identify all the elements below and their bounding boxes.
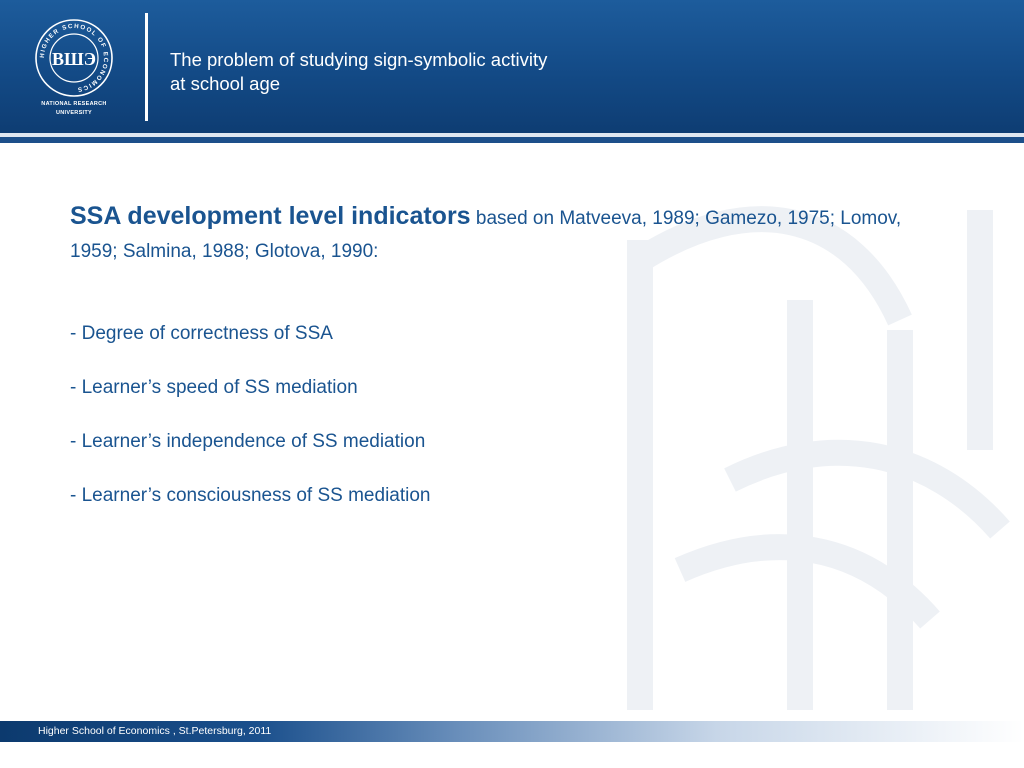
header-divider bbox=[145, 13, 148, 121]
indicator-list: - Degree of correctness of SSA - Learner… bbox=[70, 322, 950, 508]
list-item: - Learner’s independence of SS mediation bbox=[70, 431, 426, 452]
main-content: SSA development level indicators based o… bbox=[70, 200, 950, 538]
logo-caption-line2: UNIVERSITY bbox=[55, 110, 92, 116]
list-item: - Degree of correctness of SSA bbox=[70, 323, 333, 344]
logo-caption: NATIONAL RESEARCH UNIVERSITY bbox=[22, 100, 126, 118]
page-title-line1: The problem of studying sign-symbolic ac… bbox=[170, 49, 548, 70]
hse-seal-icon: HIGHER SCHOOL OF ECONOMICS ВШЭ bbox=[35, 19, 113, 97]
indicators-heading-title: SSA development level indicators bbox=[70, 202, 471, 230]
footer-bar: Higher School of Economics , St.Petersbu… bbox=[0, 721, 1024, 742]
list-item: - Learner’s speed of SS mediation bbox=[70, 377, 358, 398]
list-item: - Learner’s consciousness of SS mediatio… bbox=[70, 485, 431, 506]
page-title-line2: at school age bbox=[170, 73, 281, 94]
logo-caption-line1: NATIONAL RESEARCH bbox=[41, 101, 107, 107]
header-stripe-dark bbox=[0, 137, 1024, 143]
indicators-heading: SSA development level indicators based o… bbox=[70, 200, 950, 268]
footer-text: Higher School of Economics , St.Petersbu… bbox=[38, 725, 272, 737]
logo-letters: ВШЭ bbox=[52, 49, 96, 69]
page-title: The problem of studying sign-symbolic ac… bbox=[170, 48, 730, 96]
